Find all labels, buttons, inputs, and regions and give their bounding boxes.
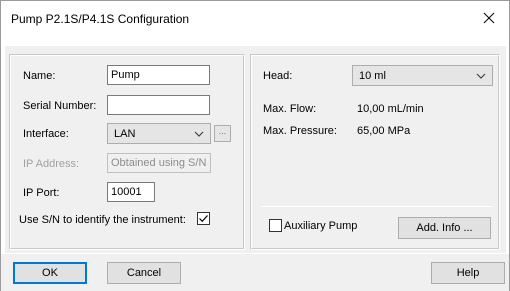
interface-selected-value: LAN [114, 128, 136, 140]
interface-browse-button[interactable]: ... [214, 125, 231, 142]
close-icon [483, 12, 495, 24]
max-flow-value: 10,00 mL/min [357, 103, 424, 115]
head-dropdown[interactable]: 10 ml [352, 65, 493, 86]
add-info-button[interactable]: Add. Info ... [398, 217, 491, 239]
right-panel-separator [261, 206, 493, 207]
ip-port-field[interactable] [107, 182, 155, 202]
dialog-footer: OK Cancel Help [1, 254, 509, 291]
ip-address-label: IP Address: [23, 158, 80, 170]
max-pressure-label: Max. Pressure: [263, 125, 337, 137]
checkmark-icon [199, 215, 208, 223]
use-sn-label: Use S/N to identify the instrument: [19, 214, 186, 226]
ip-port-label: IP Port: [23, 187, 60, 199]
use-sn-checkbox[interactable] [197, 212, 210, 225]
interface-dropdown[interactable]: LAN [107, 123, 211, 144]
name-field[interactable] [107, 65, 210, 85]
auxiliary-pump-checkbox[interactable] [269, 219, 282, 232]
max-flow-label: Max. Flow: [263, 103, 317, 115]
chevron-down-icon [476, 73, 486, 79]
head-selected-value: 10 ml [359, 70, 386, 82]
max-pressure-value: 65,00 MPa [357, 125, 411, 137]
ip-address-field [107, 153, 211, 173]
auxiliary-pump-label: Auxiliary Pump [284, 220, 358, 232]
pump-configuration-dialog: Pump P2.1S/P4.1S Configuration Name: Ser… [0, 0, 510, 291]
interface-label: Interface: [23, 128, 69, 140]
help-button[interactable]: Help [431, 262, 505, 284]
head-label: Head: [263, 70, 293, 82]
window-title: Pump P2.1S/P4.1S Configuration [11, 12, 190, 26]
title-bar: Pump P2.1S/P4.1S Configuration [1, 1, 509, 37]
serial-number-field[interactable] [107, 95, 210, 115]
name-label: Name: [23, 70, 56, 82]
ok-button[interactable]: OK [13, 262, 87, 284]
serial-number-label: Serial Number: [23, 100, 97, 112]
cancel-button[interactable]: Cancel [107, 262, 181, 284]
chevron-down-icon [194, 131, 204, 137]
close-button[interactable] [469, 1, 509, 35]
dialog-content: Name: Serial Number: Interface: LAN ... … [5, 46, 506, 253]
